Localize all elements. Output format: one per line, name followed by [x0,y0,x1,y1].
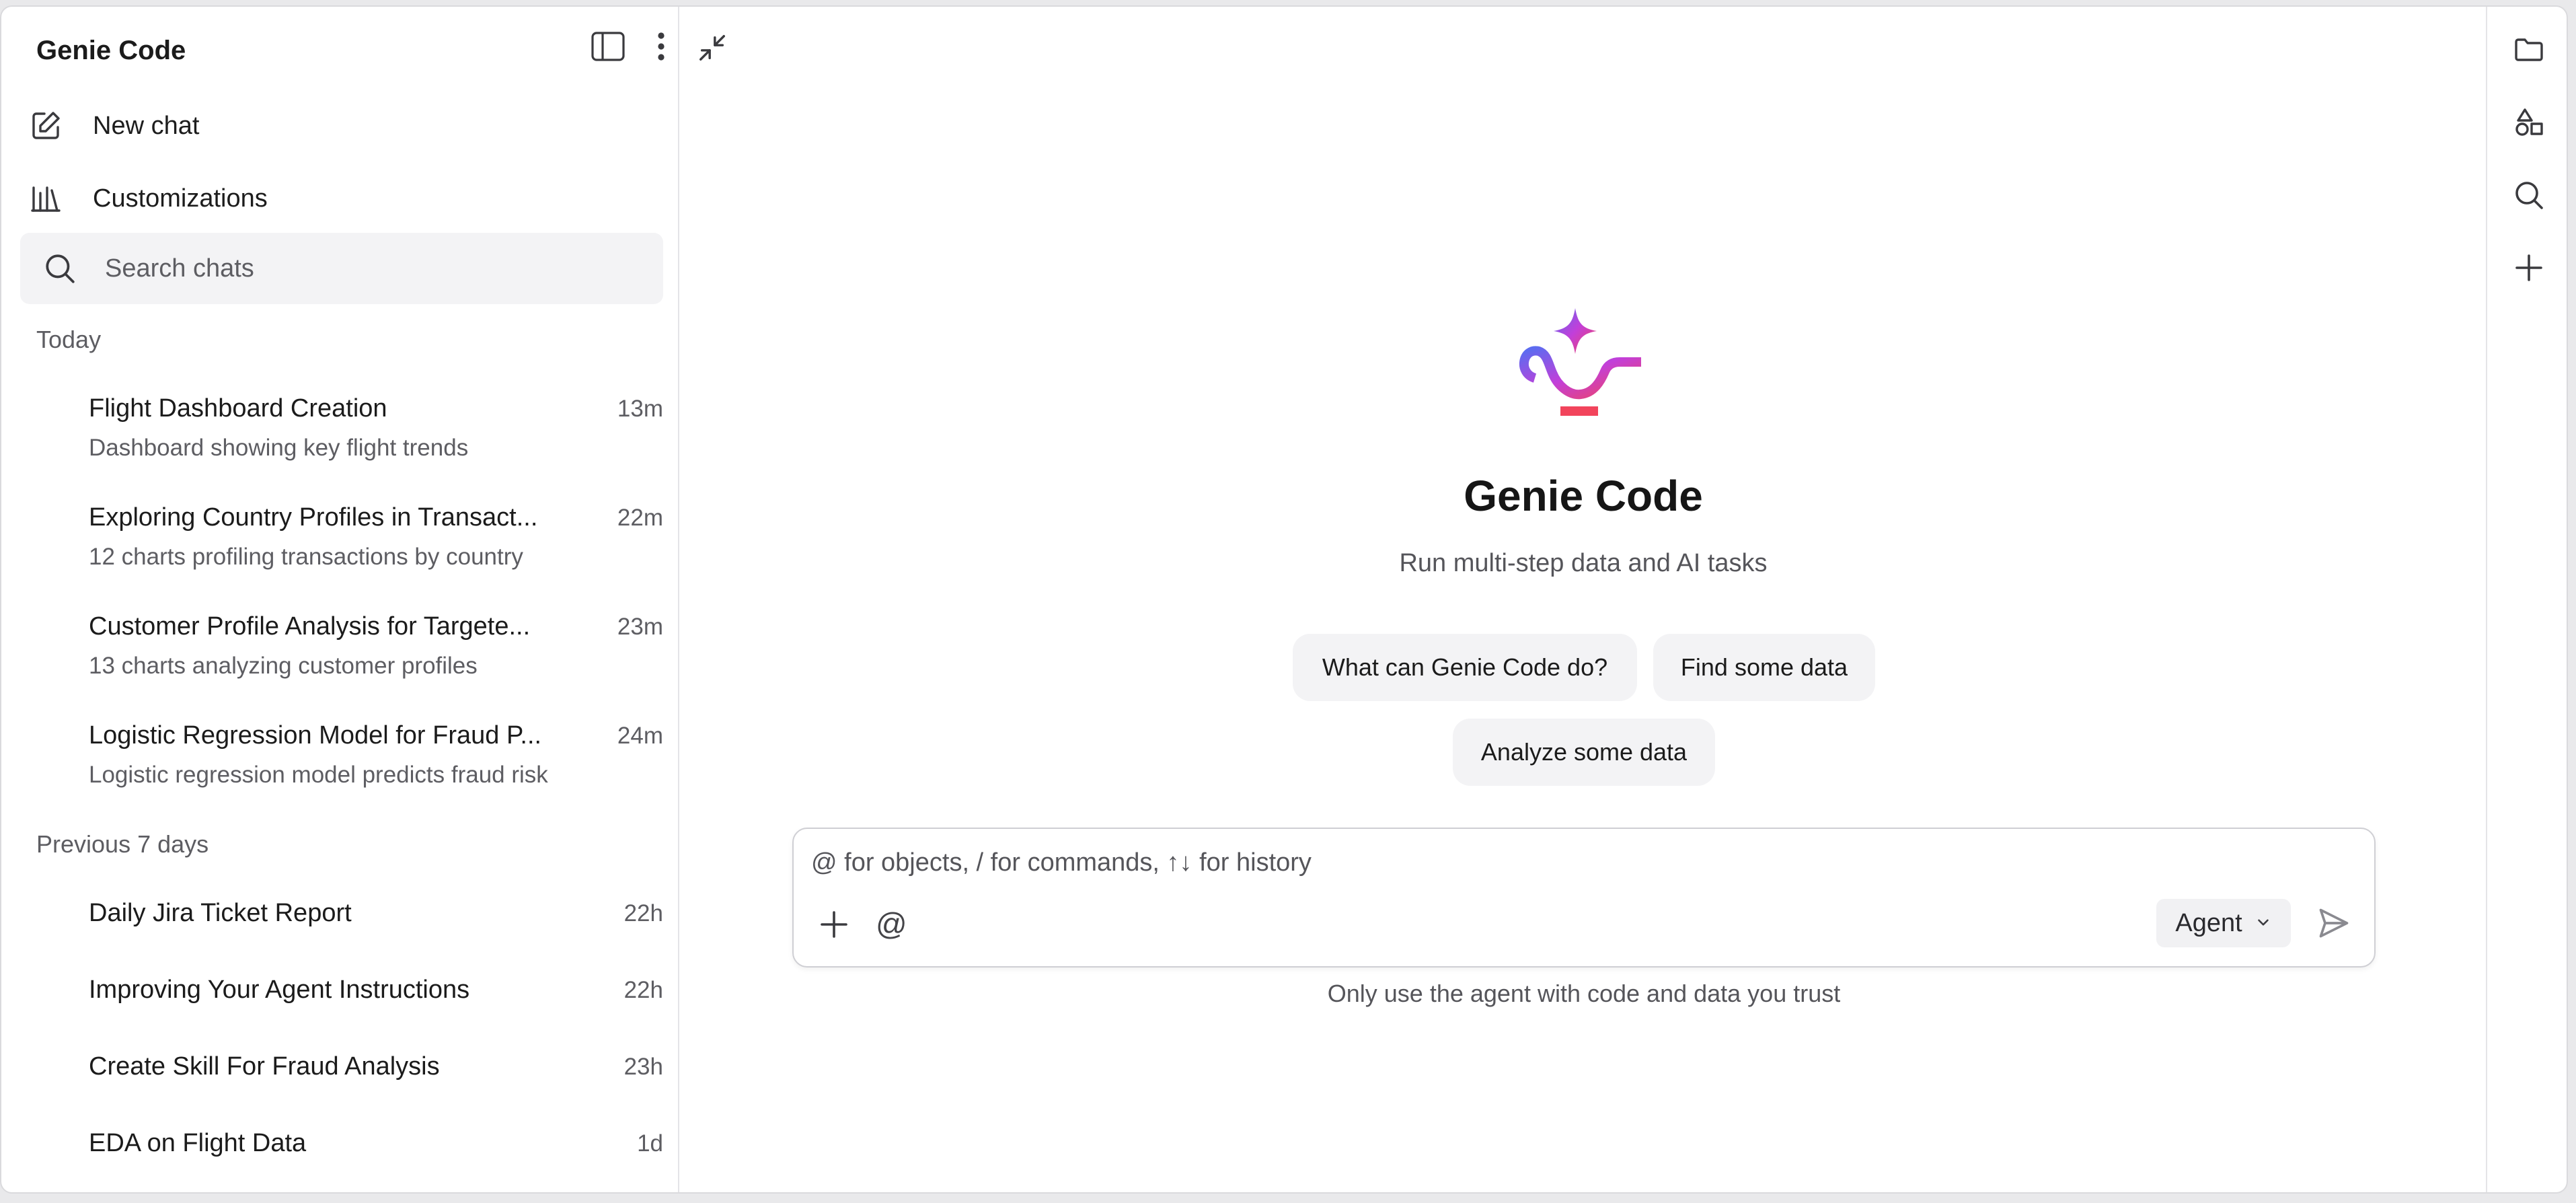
add-attachment-icon[interactable] [818,908,850,941]
chat-title: Create Skill For Fraud Analysis [89,1052,440,1081]
right-rail [2486,7,2567,1192]
chat-subtitle: 12 charts profiling transactions by coun… [89,544,523,570]
plus-icon[interactable] [2513,252,2545,284]
message-input[interactable] [810,848,2346,878]
chat-list-item[interactable]: Flight Dashboard Creation Dashboard show… [22,385,663,486]
suggestion-chip[interactable]: What can Genie Code do? [1293,634,1637,701]
search-chats-box [20,233,663,304]
chat-title: Logistic Regression Model for Fraud P... [89,721,542,750]
section-label-previous-7-days: Previous 7 days [36,830,209,858]
chat-list-item[interactable]: Create Skill For Fraud Analysis 23h [22,1037,663,1105]
edit-icon [26,110,66,142]
new-chat-label: New chat [93,111,200,140]
sidebar-panel-icon[interactable] [591,31,626,62]
chat-time: 23h [623,1054,663,1080]
chat-title: EDA on Flight Data [89,1129,307,1157]
search-icon [36,252,83,285]
message-composer: @ Agent [792,828,2376,968]
chat-list-item[interactable]: Improving Your Agent Instructions 22h [22,961,663,1028]
folder-icon[interactable] [2513,34,2545,66]
chat-title: Improving Your Agent Instructions [89,976,470,1004]
genie-logo-icon [1519,308,1641,416]
chat-time: 22h [623,977,663,1003]
chat-subtitle: 13 charts analyzing customer profiles [89,653,478,679]
chat-list-item[interactable]: Daily Jira Ticket Report 22h [22,884,663,951]
app-window: Genie Code New chat Customizations Searc… [0,0,2576,1203]
chat-subtitle: Dashboard showing key flight trends [89,435,469,461]
chat-list-item[interactable]: Exploring Country Profiles in Transact..… [22,494,663,595]
chat-time: 24m [617,723,663,749]
chevron-down-icon [2255,909,2272,938]
library-icon [26,182,66,215]
mode-select-label: Agent [2175,908,2242,937]
agent-disclaimer: Only use the agent with code and data yo… [1327,980,1841,1007]
chat-title: Exploring Country Profiles in Transact..… [89,503,538,532]
chat-list-item[interactable]: Customer Profile Analysis for Targete...… [22,603,663,704]
shapes-icon[interactable] [2513,106,2545,139]
customizations-button[interactable]: Customizations [22,168,663,229]
chat-title: Daily Jira Ticket Report [89,899,352,927]
chat-time: 1d [637,1130,663,1157]
search-icon[interactable] [2513,179,2545,211]
suggestion-chip[interactable]: Find some data [1653,634,1875,701]
suggestion-chip[interactable]: Analyze some data [1453,719,1715,786]
new-chat-button[interactable]: New chat [22,96,663,156]
chat-list-item[interactable]: Logistic Regression Model for Fraud P...… [22,712,663,813]
section-label-today: Today [36,326,102,353]
send-icon[interactable] [2316,906,2351,941]
chat-title: Customer Profile Analysis for Targete... [89,612,531,641]
chat-sidebar: Genie Code New chat Customizations Searc… [1,7,679,1192]
chat-time: 23m [617,614,663,640]
chat-subtitle: Logistic regression model predicts fraud… [89,762,548,788]
chat-time: 22h [623,900,663,926]
mode-select[interactable]: Agent [2156,899,2291,947]
sidebar-header-actions [591,31,666,62]
collapse-icon[interactable] [697,32,728,63]
sidebar-header: Genie Code [36,34,186,67]
hero-title: Genie Code [1464,472,1703,520]
chat-time: 22m [617,505,663,531]
chat-list-item[interactable]: EDA on Flight Data 1d [22,1114,663,1181]
sidebar-title: Genie Code [36,35,186,65]
search-chats-input[interactable] [104,253,617,284]
customizations-label: Customizations [93,184,268,213]
mention-button[interactable]: @ [876,906,907,942]
chat-title: Flight Dashboard Creation [89,394,387,423]
genie-code-panel: Genie Code New chat Customizations Searc… [0,5,2568,1194]
hero-subtitle: Run multi-step data and AI tasks [1399,549,1768,577]
more-vertical-icon[interactable] [656,31,666,62]
chat-time: 13m [617,396,663,422]
